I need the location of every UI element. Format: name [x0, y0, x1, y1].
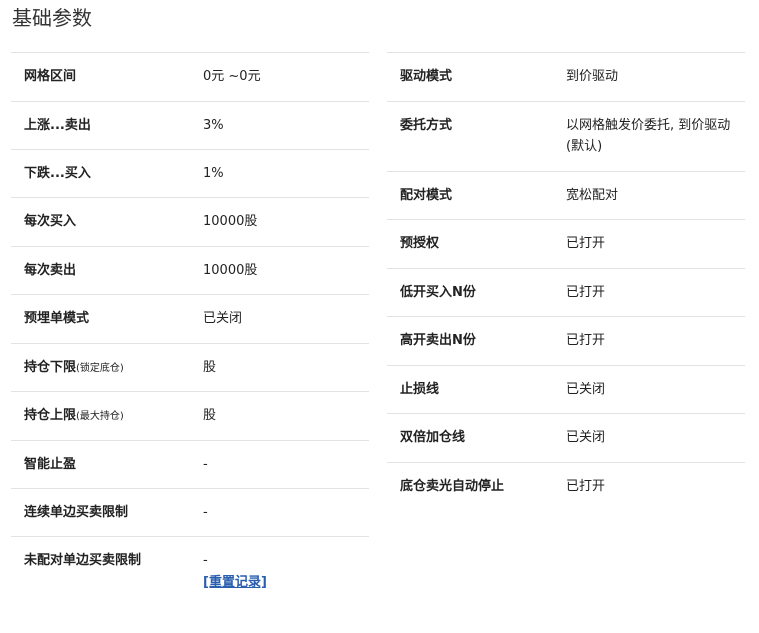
param-key: 持仓上限(最大持仓)	[11, 392, 203, 427]
param-key: 预授权	[400, 236, 440, 251]
param-row-grid-range: 网格区间 0元 ~0元	[11, 53, 369, 102]
param-value: 宽松配对	[566, 188, 619, 203]
param-row-rise-sell: 上涨...卖出 3%	[11, 102, 369, 150]
param-key: 止损线	[400, 382, 440, 397]
param-value: 以网格触发价委托, 到价驱动(默认)	[566, 118, 731, 154]
param-row-auto-stop: 底仓卖光自动停止 已打开	[387, 463, 745, 511]
param-key: 委托方式	[400, 118, 453, 133]
param-key: 未配对单边买卖限制	[24, 553, 142, 568]
param-value-cell: - [重置记录]	[203, 537, 369, 593]
param-row-pre-authorization: 预授权 已打开	[387, 220, 745, 269]
param-row-stop-loss: 止损线 已关闭	[387, 366, 745, 414]
param-key: 上涨...卖出	[24, 118, 91, 133]
param-value: 已打开	[566, 236, 606, 251]
param-value: 0元 ~0元	[203, 69, 261, 84]
param-row-preorder-mode: 预埋单模式 已关闭	[11, 295, 369, 344]
param-key: 低开买入N份	[400, 285, 476, 300]
page-title: 基础参数	[12, 6, 92, 30]
param-key: 每次卖出	[24, 263, 77, 278]
param-row-buy-each: 每次买入 10000股	[11, 198, 369, 247]
param-key-note: (最大持仓)	[76, 411, 124, 422]
param-key: 下跌...买入	[24, 166, 91, 181]
param-value: 已打开	[566, 479, 606, 494]
param-value: -	[203, 457, 208, 472]
param-key: 底仓卖光自动停止	[400, 479, 505, 494]
param-key: 智能止盈	[24, 457, 77, 472]
param-value: 已关闭	[203, 311, 243, 326]
param-row-consecutive-limit: 连续单边买卖限制 -	[11, 489, 369, 537]
param-key: 双倍加仓线	[400, 430, 466, 445]
param-value: 10000股	[203, 263, 258, 278]
param-value: 到价驱动	[566, 69, 619, 84]
param-key: 高开卖出N份	[400, 333, 476, 348]
param-key: 每次买入	[24, 214, 77, 229]
param-row-low-open-buy: 低开买入N份 已打开	[387, 269, 745, 317]
param-key: 持仓下限(锁定底仓)	[11, 344, 203, 379]
param-key-text: 持仓下限	[24, 360, 77, 375]
param-row-drive-mode: 驱动模式 到价驱动	[387, 53, 745, 102]
param-key-text: 持仓上限	[24, 408, 77, 423]
param-row-pairing-mode: 配对模式 宽松配对	[387, 172, 745, 220]
param-value: -	[203, 505, 208, 520]
param-row-sell-each: 每次卖出 10000股	[11, 247, 369, 295]
right-params-table: 驱动模式 到价驱动 委托方式 以网格触发价委托, 到价驱动(默认) 配对模式 宽…	[387, 52, 745, 511]
param-key: 连续单边买卖限制	[24, 505, 129, 520]
param-row-order-method: 委托方式 以网格触发价委托, 到价驱动(默认)	[387, 102, 745, 172]
param-value: 已打开	[566, 285, 606, 300]
param-value: 股	[203, 408, 217, 423]
param-value: 已关闭	[566, 430, 606, 445]
param-value: 10000股	[203, 214, 258, 229]
param-row-position-min: 持仓下限(锁定底仓) 股	[11, 344, 369, 392]
param-row-double-add-line: 双倍加仓线 已关闭	[387, 414, 745, 463]
param-row-smart-take-profit: 智能止盈 -	[11, 441, 369, 489]
param-key: 预埋单模式	[24, 311, 90, 326]
param-value: 1%	[203, 166, 224, 181]
param-row-position-max: 持仓上限(最大持仓) 股	[11, 392, 369, 441]
param-value: 已关闭	[566, 382, 606, 397]
left-params-table: 网格区间 0元 ~0元 上涨...卖出 3% 下跌...买入 1% 每次买入 1…	[11, 52, 369, 603]
param-key-note: (锁定底仓)	[76, 363, 124, 374]
param-value: 股	[203, 360, 217, 375]
reset-record-link[interactable]: [重置记录]	[203, 572, 361, 593]
param-value: 3%	[203, 118, 224, 133]
param-row-high-open-sell: 高开卖出N份 已打开	[387, 317, 745, 366]
param-key: 驱动模式	[400, 69, 453, 84]
param-key: 配对模式	[400, 188, 453, 203]
param-row-unpaired-limit: 未配对单边买卖限制 - [重置记录]	[11, 537, 369, 603]
param-value: -	[203, 553, 208, 568]
param-row-fall-buy: 下跌...买入 1%	[11, 150, 369, 198]
param-value: 已打开	[566, 333, 606, 348]
param-key: 网格区间	[24, 69, 77, 84]
